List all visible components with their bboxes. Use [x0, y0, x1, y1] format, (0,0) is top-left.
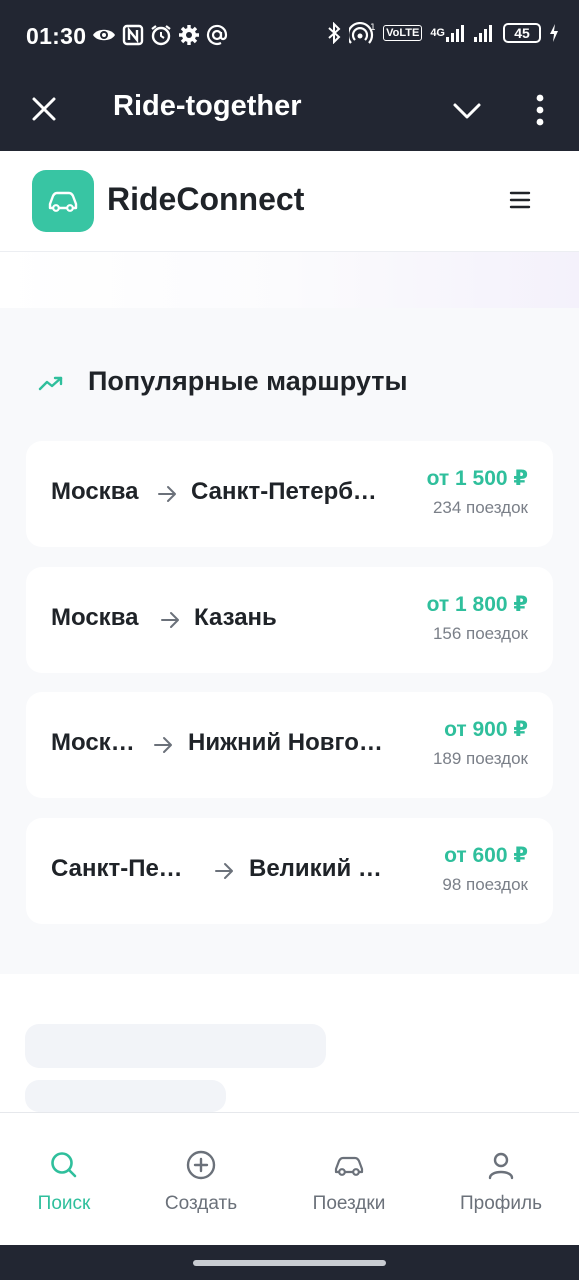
route-price: от 1 500 ₽ — [426, 467, 528, 490]
charging-icon — [549, 23, 559, 43]
chevron-down-icon[interactable] — [450, 96, 484, 126]
route-card[interactable]: Санкт-Петербург Великий Новгород от 600 … — [26, 818, 553, 924]
nav-label: Профиль — [459, 1193, 543, 1214]
brand-name[interactable]: RideConnect — [107, 181, 304, 218]
status-time: 01:30 — [26, 23, 87, 49]
hotspot-icon: 1 — [349, 22, 375, 44]
nav-trips[interactable]: Поездки — [299, 1113, 399, 1246]
svg-text:1: 1 — [370, 23, 375, 33]
more-vert-icon[interactable] — [528, 92, 552, 128]
loading-skeleton — [25, 1080, 226, 1112]
route-trips: 189 поездок — [432, 749, 528, 768]
network-type: 4G — [430, 27, 445, 39]
route-trips: 234 поездок — [432, 498, 528, 517]
status-icons-left — [92, 24, 228, 46]
signal-icon: 4G — [430, 23, 465, 43]
route-from: Санкт-Петербург — [51, 855, 191, 882]
eye-icon — [92, 26, 116, 44]
site-header: RideConnect — [0, 151, 579, 252]
bluetooth-icon — [327, 22, 341, 44]
arrow-right-icon — [156, 483, 178, 505]
popular-routes-section: Популярные маршруты Москва Санкт-Петербу… — [0, 308, 579, 974]
section-title: Популярные маршруты — [88, 366, 408, 396]
arrow-right-icon — [152, 734, 174, 756]
add-circle-icon — [185, 1149, 217, 1181]
route-card[interactable]: Москва Нижний Новгород от 900 ₽ 189 поез… — [26, 692, 553, 798]
car-icon — [333, 1149, 365, 1181]
route-card[interactable]: Москва Санкт-Петербург от 1 500 ₽ 234 по… — [26, 441, 553, 547]
route-price: от 900 ₽ — [444, 718, 528, 741]
arrow-right-icon — [159, 609, 181, 631]
bottom-nav: Поиск Создать Поездки Профиль — [0, 1112, 579, 1246]
app-bar: Ride-together — [0, 74, 579, 151]
volte-badge: VoLTE — [383, 25, 423, 41]
nav-profile[interactable]: Профиль — [451, 1113, 551, 1246]
status-bar: 01:30 1 VoLTE 4G 45 — [0, 0, 579, 74]
nav-search[interactable]: Поиск — [24, 1113, 104, 1246]
nav-label: Поиск — [37, 1193, 91, 1214]
nav-label: Создать — [164, 1193, 238, 1214]
route-from: Москва — [51, 604, 139, 631]
car-icon — [48, 191, 78, 212]
route-price: от 600 ₽ — [444, 844, 528, 867]
route-from: Москва — [51, 478, 139, 505]
hero-strip — [0, 252, 579, 308]
route-trips: 156 поездок — [432, 624, 528, 643]
at-icon — [206, 24, 228, 46]
nfc-icon — [122, 24, 144, 46]
route-to: Санкт-Петербург — [191, 478, 387, 505]
menu-icon[interactable] — [506, 185, 534, 215]
logo-badge[interactable] — [32, 170, 94, 232]
route-to: Великий Новгород — [249, 855, 399, 882]
arrow-right-icon — [213, 860, 235, 882]
app-bar-title: Ride-together — [113, 90, 302, 122]
nav-create[interactable]: Создать — [151, 1113, 251, 1246]
trending-up-icon — [38, 374, 64, 394]
gesture-handle[interactable] — [193, 1260, 386, 1266]
route-price: от 1 800 ₽ — [426, 593, 528, 616]
route-to: Казань — [194, 604, 277, 631]
route-trips: 98 поездок — [442, 875, 528, 894]
search-icon — [48, 1149, 80, 1181]
route-to: Нижний Новгород — [188, 729, 386, 756]
user-icon — [485, 1149, 517, 1181]
settings-icon — [178, 24, 200, 46]
alarm-icon — [150, 24, 172, 46]
battery-icon: 45 — [503, 23, 541, 43]
route-card[interactable]: Москва Казань от 1 800 ₽ 156 поездок — [26, 567, 553, 673]
status-icons-right: 1 VoLTE 4G 45 — [327, 22, 559, 44]
close-icon[interactable] — [28, 93, 60, 125]
nav-label: Поездки — [312, 1193, 386, 1214]
signal-icon-2 — [473, 23, 495, 43]
route-from: Москва — [51, 729, 137, 756]
gesture-bar — [0, 1245, 579, 1280]
loading-skeleton — [25, 1024, 326, 1068]
